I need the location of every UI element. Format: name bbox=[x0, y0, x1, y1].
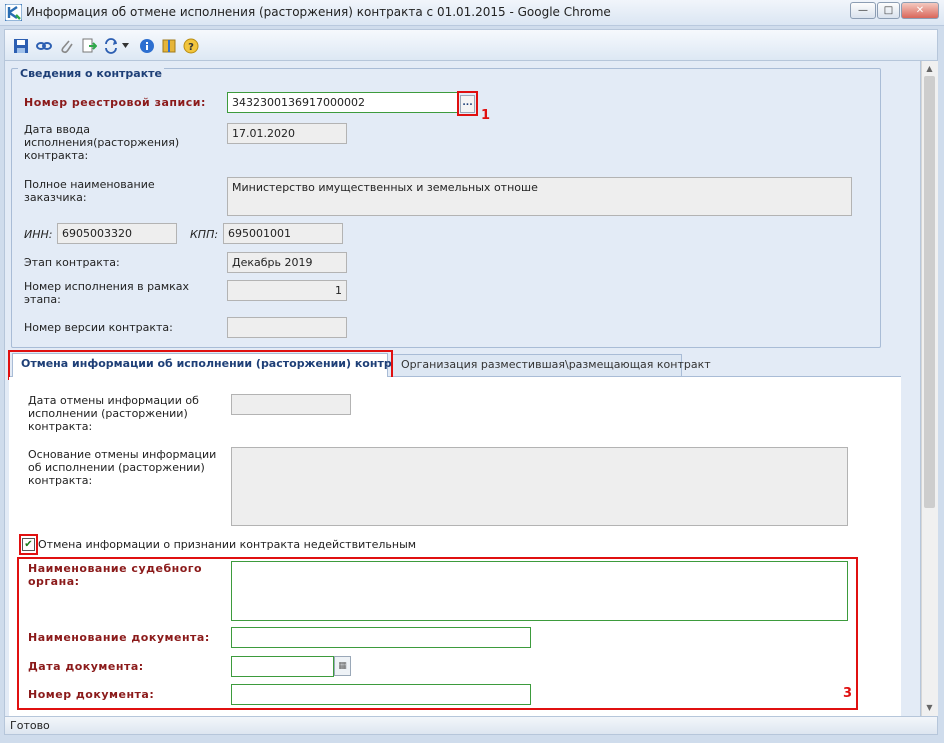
court-label: Наименование судебного органа: bbox=[28, 562, 203, 588]
cancel-date-label: Дата отмены информации об исполнении (ра… bbox=[28, 394, 199, 433]
svg-text:?: ? bbox=[188, 42, 194, 53]
doc-number-label: Номер документа: bbox=[28, 688, 155, 701]
close-button[interactable]: ✕ bbox=[901, 2, 939, 19]
help-icon[interactable]: ? bbox=[183, 38, 199, 54]
status-text: Готово bbox=[10, 719, 50, 732]
maximize-button[interactable]: □ bbox=[877, 2, 900, 19]
kpp-field: 695001001 bbox=[223, 223, 343, 244]
dropdown-icon[interactable] bbox=[122, 43, 129, 49]
customer-label: Полное наименование заказчика: bbox=[24, 178, 155, 204]
highlight-box-2 bbox=[8, 350, 393, 380]
doc-date-label: Дата документа: bbox=[28, 660, 144, 673]
court-input[interactable] bbox=[231, 561, 848, 621]
app-logo-icon bbox=[5, 4, 22, 21]
doc-name-label: Наименование документа: bbox=[28, 631, 210, 644]
version-field bbox=[227, 317, 347, 338]
version-label: Номер версии контракта: bbox=[24, 321, 173, 334]
link-icon[interactable] bbox=[36, 38, 52, 54]
registry-number-label: Номер реестровой записи: bbox=[24, 96, 206, 109]
marker-1: 1 bbox=[481, 108, 491, 123]
invalid-contract-checkbox[interactable]: ✔ bbox=[22, 538, 35, 551]
export-icon[interactable] bbox=[81, 38, 97, 54]
cancel-reason-field bbox=[231, 447, 848, 526]
entry-date-label: Дата ввода исполнения(расторжения) контр… bbox=[24, 123, 180, 162]
minimize-button[interactable]: — bbox=[850, 2, 876, 19]
select-registry-button[interactable]: ... bbox=[460, 95, 475, 113]
doc-number-input[interactable] bbox=[231, 684, 531, 705]
book-icon[interactable] bbox=[161, 38, 177, 54]
calendar-icon[interactable]: ▦ bbox=[334, 656, 351, 676]
customer-field: Министерство имущественных и земельных о… bbox=[227, 177, 852, 216]
cancel-reason-label: Основание отмены информации об исполнени… bbox=[28, 448, 217, 487]
attach-icon[interactable] bbox=[59, 38, 75, 54]
inn-field: 6905003320 bbox=[57, 223, 177, 244]
info-icon[interactable] bbox=[139, 38, 155, 54]
scroll-up-icon[interactable]: ▲ bbox=[921, 61, 938, 76]
status-bar bbox=[4, 716, 938, 735]
inn-label: ИНН: bbox=[24, 228, 53, 241]
doc-name-input[interactable] bbox=[231, 627, 531, 648]
refresh-icon[interactable] bbox=[103, 38, 119, 54]
doc-date-input[interactable] bbox=[231, 656, 334, 677]
contract-info-legend: Сведения о контракте bbox=[18, 67, 165, 80]
invalid-contract-label: Отмена информации о признании контракта … bbox=[38, 538, 417, 551]
kpp-label: КПП: bbox=[190, 228, 219, 241]
marker-3: 3 bbox=[843, 686, 853, 701]
save-icon[interactable] bbox=[13, 38, 29, 54]
scroll-down-icon[interactable]: ▼ bbox=[921, 700, 938, 715]
tab-organization[interactable]: Организация разместившая\размещающая кон… bbox=[392, 354, 711, 376]
stage-label: Этап контракта: bbox=[24, 256, 120, 269]
exec-number-label: Номер исполнения в рамках этапа: bbox=[24, 280, 190, 306]
scroll-thumb[interactable] bbox=[924, 76, 935, 508]
exec-number-field: 1 bbox=[227, 280, 347, 301]
entry-date-field: 17.01.2020 bbox=[227, 123, 347, 144]
registry-number-input[interactable]: 3432300136917000002 bbox=[227, 92, 459, 113]
cancel-date-field bbox=[231, 394, 351, 415]
window-title: Информация об отмене исполнения (расторж… bbox=[26, 5, 611, 19]
stage-field: Декабрь 2019 bbox=[227, 252, 347, 273]
